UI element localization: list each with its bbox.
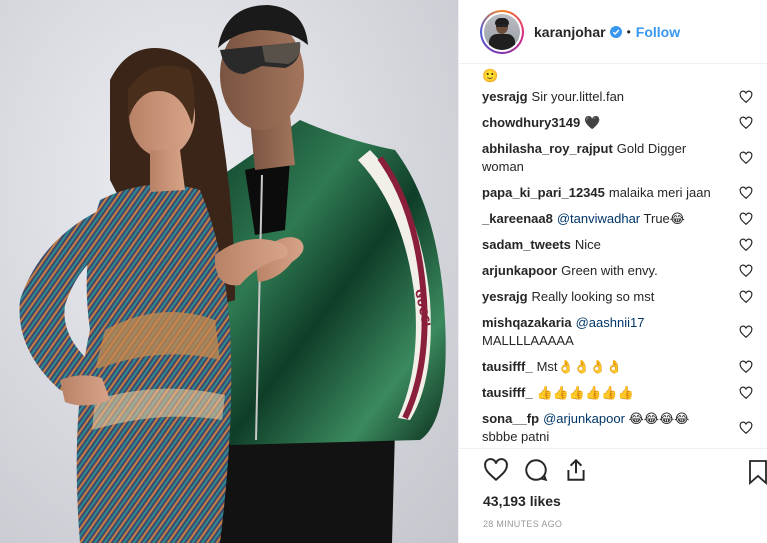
comment-like-heart-icon[interactable] bbox=[739, 386, 753, 400]
avatar[interactable] bbox=[480, 9, 524, 54]
comment-item: _kareenaa8 @tanviwadhar True😂 bbox=[482, 206, 767, 232]
likes-count[interactable]: 43,193 likes bbox=[483, 493, 767, 509]
comment-item: yesrajg Sir your.littel.fan bbox=[482, 84, 767, 110]
comment-like-heart-icon[interactable] bbox=[739, 325, 753, 339]
comment-like-heart-icon[interactable] bbox=[739, 264, 753, 278]
comment-mention[interactable]: @tanviwadhar bbox=[557, 211, 640, 226]
comment-like-heart-icon[interactable] bbox=[739, 186, 753, 200]
comment-item: abhilasha_roy_rajput Gold Digger woman bbox=[482, 136, 767, 180]
comment-username[interactable]: yesrajg bbox=[482, 89, 528, 104]
comment-like-heart-icon[interactable] bbox=[739, 360, 753, 374]
comment-item: yesrajg Really looking so mst bbox=[482, 284, 767, 310]
post-side-panel: karanjohar • Follow 🙂 yesrajg Sir your.li… bbox=[458, 0, 767, 543]
comment-username[interactable]: tausifff_ bbox=[482, 385, 533, 400]
heart-icon[interactable] bbox=[483, 457, 509, 483]
comment-username[interactable]: arjunkapoor bbox=[482, 263, 557, 278]
post-photo[interactable]: GUCCI bbox=[0, 0, 458, 543]
comment-like-heart-icon[interactable] bbox=[739, 238, 753, 252]
comment-text: 👍👍👍👍👍👍 bbox=[536, 385, 634, 400]
comment-like-heart-icon[interactable] bbox=[739, 116, 753, 130]
comment-text: Sir your.littel.fan bbox=[531, 89, 625, 104]
comment-text: malaika meri jaan bbox=[608, 185, 711, 200]
comment-item: papa_ki_pari_12345 malaika meri jaan bbox=[482, 180, 767, 206]
comment-username[interactable]: sadam_tweets bbox=[482, 237, 571, 252]
caption-emoji: 🙂 bbox=[482, 68, 499, 83]
comment-username[interactable]: chowdhury3149 bbox=[482, 115, 580, 130]
comments-list[interactable]: 🙂 yesrajg Sir your.littel.fan chowdhury314… bbox=[459, 64, 767, 448]
header-separator: • bbox=[626, 24, 631, 39]
post-actions: 43,193 likes 28 MINUTES AGO bbox=[459, 448, 767, 543]
comment-item: tausifff_ Mst👌👌👌👌 bbox=[482, 354, 767, 380]
comment-text: Green with envy. bbox=[561, 263, 658, 278]
post-header: karanjohar • Follow bbox=[459, 0, 767, 64]
verified-badge-icon bbox=[609, 25, 622, 38]
comment-username[interactable]: tausifff_ bbox=[482, 359, 533, 374]
comment-item: tausifff_ 👍👍👍👍👍👍 bbox=[482, 380, 767, 406]
comment-username[interactable]: _kareenaa8 bbox=[482, 211, 553, 226]
comment-text: Mst👌👌👌👌 bbox=[536, 359, 623, 374]
follow-button[interactable]: Follow bbox=[636, 24, 680, 40]
comment-like-heart-icon[interactable] bbox=[739, 151, 753, 165]
comment-mention[interactable]: @arjunkapoor bbox=[543, 411, 625, 426]
comment-like-heart-icon[interactable] bbox=[739, 421, 753, 435]
comment-like-heart-icon[interactable] bbox=[739, 290, 753, 304]
comment-like-heart-icon[interactable] bbox=[739, 90, 753, 104]
comment-text: MALLLLAAAAA bbox=[482, 333, 574, 348]
comment-mention[interactable]: @aashnii17 bbox=[576, 315, 645, 330]
comment-username[interactable]: mishqazakaria bbox=[482, 315, 572, 330]
comment-username[interactable]: abhilasha_roy_rajput bbox=[482, 141, 613, 156]
comment-text: 🖤 bbox=[584, 115, 601, 130]
comment-item: mishqazakaria @aashnii17 MALLLLAAAAA bbox=[482, 310, 767, 354]
post-timestamp[interactable]: 28 MINUTES AGO bbox=[483, 519, 767, 529]
bookmark-icon[interactable] bbox=[746, 459, 767, 485]
comment-username[interactable]: yesrajg bbox=[482, 289, 528, 304]
share-icon[interactable] bbox=[563, 457, 589, 483]
username-link[interactable]: karanjohar bbox=[534, 24, 606, 40]
comment-username[interactable]: sona__fp bbox=[482, 411, 539, 426]
comment-item: chowdhury3149 🖤 bbox=[482, 110, 767, 136]
comment-item: sona__fp @arjunkapoor 😂😂😂😂 sbbbe patni bbox=[482, 406, 767, 448]
photo-illustration: GUCCI bbox=[19, 5, 446, 543]
comment-icon[interactable] bbox=[523, 457, 549, 483]
comment-username[interactable]: papa_ki_pari_12345 bbox=[482, 185, 605, 200]
comment-item: sadam_tweets Nice bbox=[482, 232, 767, 258]
comment-item: arjunkapoor Green with envy. bbox=[482, 258, 767, 284]
comment-like-heart-icon[interactable] bbox=[739, 212, 753, 226]
comment-text: Nice bbox=[574, 237, 601, 252]
comment-text: True😂 bbox=[643, 211, 685, 226]
comment-text: Really looking so mst bbox=[531, 289, 655, 304]
